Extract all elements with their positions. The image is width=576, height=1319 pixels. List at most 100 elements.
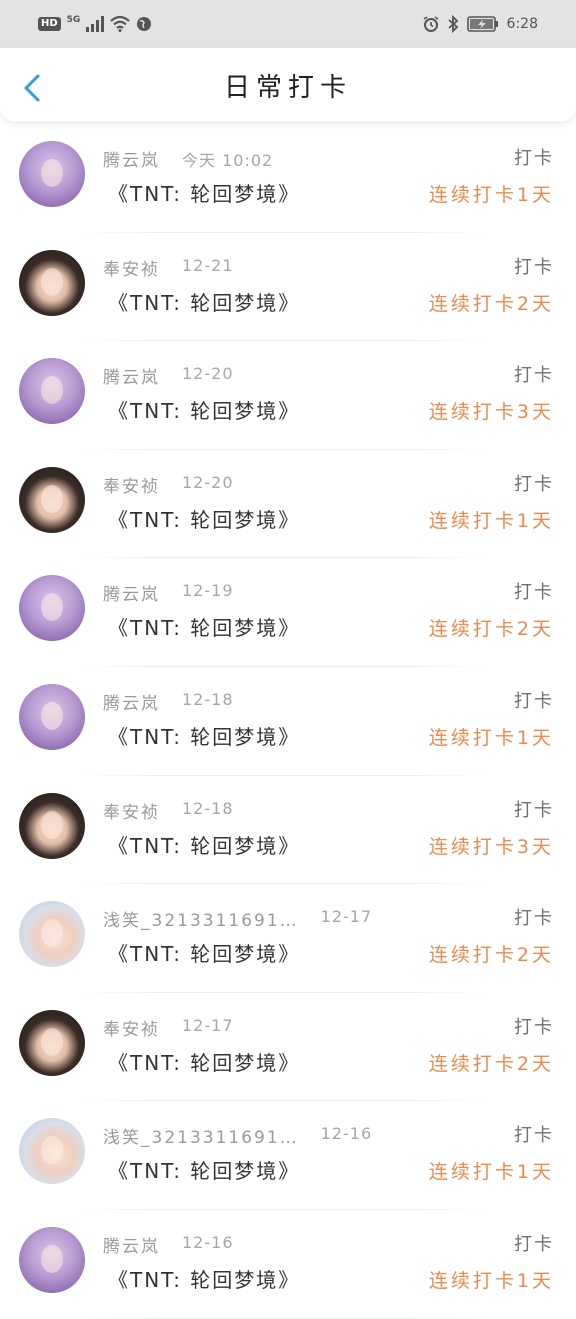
user-name[interactable]: 奉安祯 <box>103 255 160 280</box>
checkin-time: 12-16 <box>182 1232 234 1252</box>
streak-count: 连续打卡1天 <box>428 509 554 532</box>
book-title[interactable]: 《TNT: 轮回梦境》 <box>108 1264 300 1293</box>
book-title[interactable]: 《TNT: 轮回梦境》 <box>108 287 300 316</box>
list-item-1[interactable]: 腾云岚 今天 10:02 打卡 《TNT: 轮回梦境》 连续打卡1天 <box>0 124 576 233</box>
streak-count: 连续打卡1天 <box>428 1269 554 1292</box>
checkin-tag: 打卡 <box>514 1125 554 1147</box>
checkin-time: 12-17 <box>320 907 373 927</box>
hd-badge: HD <box>38 17 61 31</box>
divider <box>80 1317 486 1319</box>
avatar-face <box>41 484 63 513</box>
checkin-time: 12-20 <box>182 364 234 384</box>
book-title[interactable]: 《TNT: 轮回梦境》 <box>108 395 300 424</box>
streak-count: 连续打卡3天 <box>428 835 554 858</box>
user-name[interactable]: 浅笑_3213311691… <box>103 1123 299 1148</box>
user-name[interactable]: 奉安祯 <box>103 798 160 823</box>
streak-count: 连续打卡2天 <box>428 618 554 641</box>
wifi-icon <box>110 16 131 32</box>
checkin-time: 12-21 <box>182 255 234 275</box>
book-title[interactable]: 《TNT: 轮回梦境》 <box>108 612 300 641</box>
purple-girl-avatar[interactable] <box>19 358 85 425</box>
user-name[interactable]: 奉安祯 <box>103 472 160 497</box>
list-item-4[interactable]: 奉安祯 12-20 打卡 《TNT: 轮回梦境》 连续打卡1天 <box>0 450 576 559</box>
checkin-tag: 打卡 <box>514 582 554 604</box>
avatar-face <box>41 810 63 839</box>
globe-icon <box>137 17 152 31</box>
book-title[interactable]: 《TNT: 轮回梦境》 <box>108 504 300 533</box>
network-type: 5G <box>66 15 81 25</box>
list-item-8[interactable]: 浅笑_3213311691… 12-17 打卡 《TNT: 轮回梦境》 连续打卡… <box>0 884 576 993</box>
avatar-face <box>41 159 63 187</box>
checkin-time: 12-20 <box>182 472 234 492</box>
dark-hair-girl-avatar[interactable] <box>19 1009 85 1076</box>
list-item-2[interactable]: 奉安祯 12-21 打卡 《TNT: 轮回梦境》 连续打卡2天 <box>0 233 576 342</box>
checkin-tag: 打卡 <box>514 256 554 278</box>
boy-avatar[interactable] <box>19 1118 85 1185</box>
purple-girl-avatar[interactable] <box>19 683 85 750</box>
boy-avatar[interactable] <box>19 901 85 968</box>
dark-hair-girl-avatar[interactable] <box>19 466 85 533</box>
streak-count: 连续打卡1天 <box>428 184 554 206</box>
page-title: 日常打卡 <box>223 73 352 103</box>
user-name[interactable]: 浅笑_3213311691… <box>103 906 299 931</box>
book-title[interactable]: 《TNT: 轮回梦境》 <box>108 178 300 207</box>
checkin-tag: 打卡 <box>514 1233 554 1255</box>
avatar-face <box>41 1027 63 1056</box>
cell-signal-icon <box>86 16 105 32</box>
checkin-time: 12-19 <box>182 581 234 601</box>
status-bar: HD 5G 6:28 <box>0 0 576 48</box>
avatar-face <box>41 1244 63 1273</box>
checkin-tag: 打卡 <box>514 148 554 169</box>
book-title[interactable]: 《TNT: 轮回梦境》 <box>108 830 300 859</box>
avatar-face <box>41 267 63 296</box>
streak-count: 连续打卡1天 <box>428 726 554 749</box>
alarm-clock-icon <box>423 16 438 32</box>
streak-count: 连续打卡2天 <box>428 292 554 315</box>
bluetooth-icon <box>447 15 458 33</box>
checkin-tag: 打卡 <box>514 1016 554 1038</box>
checkin-tag: 打卡 <box>514 690 554 712</box>
checkin-tag: 打卡 <box>514 908 554 930</box>
streak-count: 连续打卡2天 <box>428 944 554 967</box>
book-title[interactable]: 《TNT: 轮回梦境》 <box>108 938 300 967</box>
checkin-tag: 打卡 <box>514 799 554 821</box>
checkin-time: 12-18 <box>182 798 234 818</box>
dark-hair-girl-avatar[interactable] <box>19 249 85 316</box>
user-name[interactable]: 腾云岚 <box>103 363 160 388</box>
checkin-time: 12-17 <box>182 1015 234 1035</box>
checkin-time: 12-16 <box>320 1124 373 1144</box>
checkin-tag: 打卡 <box>514 473 554 495</box>
list-item-3[interactable]: 腾云岚 12-20 打卡 《TNT: 轮回梦境》 连续打卡3天 <box>0 341 576 450</box>
list-item-5[interactable]: 腾云岚 12-19 打卡 《TNT: 轮回梦境》 连续打卡2天 <box>0 558 576 667</box>
list-item-10[interactable]: 浅笑_3213311691… 12-16 打卡 《TNT: 轮回梦境》 连续打卡… <box>0 1101 576 1210</box>
purple-girl-avatar[interactable] <box>19 141 85 207</box>
streak-count: 连续打卡1天 <box>428 1161 554 1184</box>
dark-hair-girl-avatar[interactable] <box>19 792 85 859</box>
avatar-face <box>41 376 63 405</box>
book-title[interactable]: 《TNT: 轮回梦境》 <box>108 1155 300 1184</box>
checkin-time: 今天 10:02 <box>182 151 274 170</box>
checkin-time: 12-18 <box>182 689 234 709</box>
list-item-11[interactable]: 腾云岚 12-16 打卡 《TNT: 轮回梦境》 连续打卡1天 <box>0 1210 576 1319</box>
purple-girl-avatar[interactable] <box>19 575 85 642</box>
list-item-7[interactable]: 奉安祯 12-18 打卡 《TNT: 轮回梦境》 连续打卡3天 <box>0 776 576 885</box>
user-name[interactable]: 奉安祯 <box>103 1015 160 1040</box>
streak-count: 连续打卡2天 <box>428 1052 554 1075</box>
user-name[interactable]: 腾云岚 <box>103 146 160 171</box>
purple-girl-avatar[interactable] <box>19 1226 85 1293</box>
battery-charging-icon <box>466 16 498 32</box>
book-title[interactable]: 《TNT: 轮回梦境》 <box>108 1047 300 1076</box>
header: 日常打卡 <box>0 48 576 123</box>
avatar-face <box>41 593 63 622</box>
status-left: HD 5G <box>38 14 152 34</box>
list-item-9[interactable]: 奉安祯 12-17 打卡 《TNT: 轮回梦境》 连续打卡2天 <box>0 993 576 1102</box>
user-name[interactable]: 腾云岚 <box>103 580 160 605</box>
avatar-face <box>41 919 63 948</box>
streak-count: 连续打卡3天 <box>428 401 554 424</box>
status-right: 6:28 <box>423 14 538 34</box>
avatar-face <box>41 701 63 730</box>
user-name[interactable]: 腾云岚 <box>103 689 160 714</box>
book-title[interactable]: 《TNT: 轮回梦境》 <box>108 721 300 750</box>
list-item-6[interactable]: 腾云岚 12-18 打卡 《TNT: 轮回梦境》 连续打卡1天 <box>0 667 576 776</box>
user-name[interactable]: 腾云岚 <box>103 1232 160 1257</box>
